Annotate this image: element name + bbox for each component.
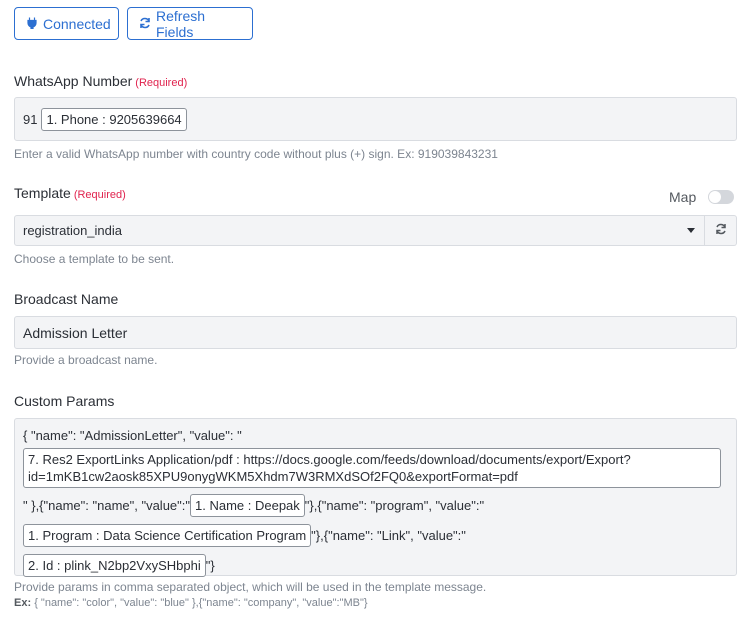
country-code-text: 91 bbox=[23, 111, 38, 127]
broadcast-name-help: Provide a broadcast name. bbox=[14, 353, 158, 367]
whatsapp-number-label-text: WhatsApp Number bbox=[14, 73, 133, 89]
caret-down-icon bbox=[687, 228, 695, 233]
connected-button[interactable]: Connected bbox=[14, 7, 119, 40]
map-label: Map bbox=[669, 189, 697, 205]
required-marker: (Required) bbox=[73, 189, 126, 201]
custom-params-example: Ex: { "name": "color", "value": "blue" }… bbox=[14, 597, 368, 609]
refresh-icon bbox=[715, 222, 727, 240]
template-select[interactable]: registration_india bbox=[14, 215, 705, 246]
custom-params-help: Provide params in comma separated object… bbox=[14, 580, 487, 594]
params-text: "},{"name": "program", "value":" bbox=[304, 498, 485, 513]
template-label: Template (Required) bbox=[14, 185, 126, 201]
params-line: 1. Program : Data Science Certification … bbox=[23, 524, 728, 547]
template-refresh-button[interactable] bbox=[705, 215, 737, 246]
program-token[interactable]: 1. Program : Data Science Certification … bbox=[23, 524, 312, 547]
params-text: { "name": "AdmissionLetter", "value": " bbox=[23, 428, 242, 443]
refresh-icon bbox=[139, 16, 151, 32]
whatsapp-number-label: WhatsApp Number (Required) bbox=[14, 73, 187, 89]
refresh-fields-label: Refresh Fields bbox=[156, 7, 206, 40]
template-selected-value: registration_india bbox=[23, 223, 123, 238]
custom-params-field[interactable]: { "name": "AdmissionLetter", "value": " … bbox=[14, 418, 737, 577]
example-label: Ex: bbox=[14, 597, 32, 609]
map-toggle[interactable] bbox=[708, 190, 735, 204]
template-label-text: Template bbox=[14, 185, 71, 201]
required-marker: (Required) bbox=[135, 77, 188, 89]
params-line: { "name": "AdmissionLetter", "value": " bbox=[23, 427, 728, 444]
params-line: " },{"name": "name", "value":" 1. Name :… bbox=[23, 494, 728, 517]
whatsapp-number-help: Enter a valid WhatsApp number with count… bbox=[14, 147, 498, 161]
broadcast-name-label: Broadcast Name bbox=[14, 291, 119, 307]
broadcast-name-input[interactable]: Admission Letter bbox=[14, 316, 737, 349]
map-toggle-group: Map bbox=[669, 189, 735, 205]
broadcast-name-value: Admission Letter bbox=[23, 324, 128, 341]
params-line: 2. Id : plink_N2bp2VxySHbphi "} bbox=[23, 554, 728, 577]
custom-params-label: Custom Params bbox=[14, 393, 115, 409]
example-text: { "name": "color", "value": "blue" },{"n… bbox=[34, 597, 368, 609]
whatsapp-number-field[interactable]: 91 1. Phone : 9205639664 bbox=[14, 97, 737, 141]
params-text: "} bbox=[205, 558, 215, 573]
params-line: 7. Res2 ExportLinks Application/pdf : ht… bbox=[23, 448, 728, 488]
name-token[interactable]: 1. Name : Deepak bbox=[190, 494, 305, 517]
connected-label: Connected bbox=[43, 15, 111, 32]
toggle-knob bbox=[709, 191, 722, 203]
refresh-fields-button[interactable]: Refresh Fields bbox=[127, 7, 253, 40]
id-token[interactable]: 2. Id : plink_N2bp2VxySHbphi bbox=[23, 554, 206, 577]
template-help: Choose a template to be sent. bbox=[14, 252, 175, 266]
export-link-token[interactable]: 7. Res2 ExportLinks Application/pdf : ht… bbox=[23, 448, 721, 488]
plug-icon bbox=[26, 16, 38, 32]
phone-token[interactable]: 1. Phone : 9205639664 bbox=[41, 107, 187, 131]
toolbar: Connected Refresh Fields bbox=[14, 7, 253, 40]
params-text: "},{"name": "Link", "value":" bbox=[311, 528, 466, 543]
params-text: " },{"name": "name", "value":" bbox=[23, 498, 191, 513]
